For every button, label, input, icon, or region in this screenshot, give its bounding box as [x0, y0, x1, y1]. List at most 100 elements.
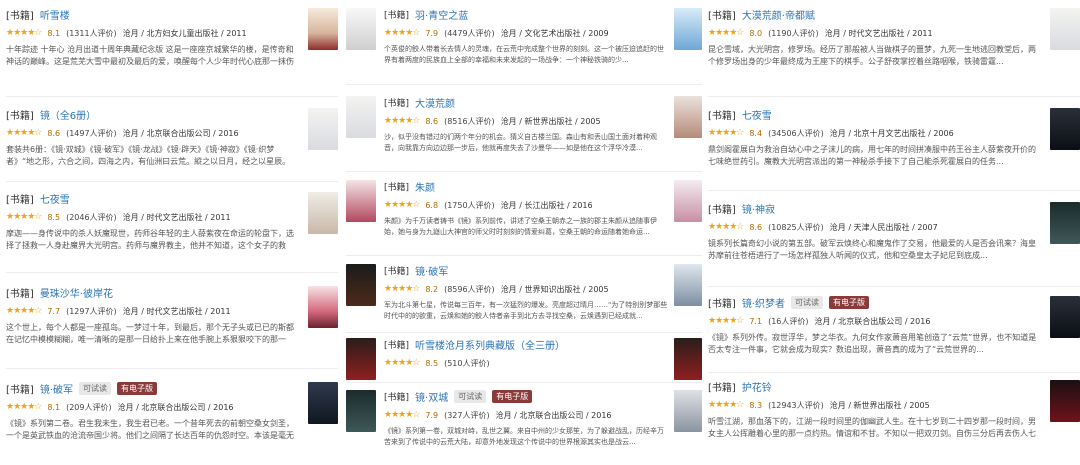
book-title-link[interactable]: 镜·破军	[40, 381, 73, 396]
item-type-tag: [书籍]	[708, 10, 736, 22]
book-cover-left[interactable]	[346, 264, 376, 306]
book-cover-left[interactable]	[346, 8, 376, 50]
book-title-link[interactable]: 听雪楼沧月系列典藏版（全三册）	[415, 337, 565, 352]
book-cover[interactable]	[308, 8, 338, 50]
book-title-link[interactable]: 七夜雪	[742, 107, 772, 122]
book-title-link[interactable]: 护花铃	[742, 379, 772, 394]
book-cover-right[interactable]	[674, 264, 702, 306]
rating-stars: ★★★★☆	[6, 212, 42, 222]
book-item: [书籍] 镜（全6册） ★★★★☆ 8.6 (1497人评价) 沧月 / 北京联…	[6, 106, 338, 184]
review-count-link[interactable]: (209人评价)	[66, 402, 112, 413]
book-title-link[interactable]: 羽·青空之蓝	[415, 7, 468, 22]
book-title-link[interactable]: 听雪楼	[40, 7, 70, 22]
rating-score: 8.0	[749, 28, 763, 38]
book-title-link[interactable]: 镜·双城	[415, 389, 448, 404]
book-title-link[interactable]: 七夜雪	[40, 191, 70, 206]
book-description: 听雪江湖，那血落下的，江湖一段时间里的伽幽武人生。在十七岁到二十四岁那一段时间，…	[708, 417, 1036, 438]
rating-stars: ★★★★☆	[708, 28, 744, 38]
book-cover[interactable]	[1050, 202, 1080, 244]
rating-score: 8.4	[749, 128, 763, 138]
review-count-link[interactable]: (34506人评价)	[768, 128, 824, 139]
book-item: [书籍] 曼珠沙华·彼岸花 ★★★★☆ 7.7 (1297人评价) 沧月 / 时…	[6, 284, 338, 362]
review-count-link[interactable]: (1750人评价)	[444, 200, 495, 211]
divider	[346, 84, 702, 85]
rating-stars: ★★★★☆	[708, 400, 744, 410]
book-cover-right[interactable]	[674, 338, 702, 380]
book-cover-left[interactable]	[346, 390, 376, 432]
review-count-link[interactable]: (1190人评价)	[768, 28, 819, 39]
item-type-tag: [书籍]	[6, 194, 34, 206]
rating-stars: ★★★★☆	[384, 358, 420, 368]
book-cover-left[interactable]	[346, 96, 376, 138]
review-count-link[interactable]: (1297人评价)	[66, 306, 117, 317]
review-count-link[interactable]: (8516人评价)	[444, 116, 495, 127]
book-item: [书籍] 朱颜 ★★★★☆ 6.8 (1750人评价) 沧月 / 长江出版社 /…	[346, 178, 702, 256]
book-title-link[interactable]: 大漠荒颜	[415, 95, 455, 110]
book-title-link[interactable]: 镜（全6册）	[40, 107, 96, 122]
book-item: [书籍] 镜·破军 ★★★★☆ 8.2 (8596人评价) 沧月 / 世界知识出…	[346, 262, 702, 332]
book-title-link[interactable]: 朱颜	[415, 179, 435, 194]
review-count-link[interactable]: (8596人评价)	[444, 284, 495, 295]
trial-read-badge[interactable]: 可试读	[454, 389, 487, 403]
book-cover[interactable]	[1050, 296, 1080, 338]
book-title-link[interactable]: 镜·破军	[415, 263, 448, 278]
book-cover[interactable]	[1050, 380, 1080, 422]
book-cover[interactable]	[1050, 8, 1080, 50]
book-description: 朱颜》为千万读者铸书《镜》系列前传，讲述了空桑王朝赤之一族的郡主朱颜从追随事伊始…	[384, 217, 657, 236]
trial-read-badge[interactable]: 可试读	[791, 295, 823, 309]
rating-stars: ★★★★☆	[708, 222, 744, 232]
book-description: 《镜》系列第一卷，双城对峙，乱世之翼。来自中州的少女那笙，为了躲避战乱，历经辛万…	[384, 427, 664, 446]
rating-score: 6.8	[425, 200, 439, 210]
review-count-link[interactable]: (1311人评价)	[66, 28, 117, 39]
rating-score: 8.6	[47, 128, 61, 138]
book-title-link[interactable]: 曼珠沙华·彼岸花	[40, 285, 113, 300]
item-type-tag: [书籍]	[384, 392, 410, 403]
review-count-link[interactable]: (327人评价)	[444, 410, 490, 421]
divider	[6, 96, 338, 97]
book-cover-left[interactable]	[346, 180, 376, 222]
rating-stars: ★★★★☆	[6, 128, 42, 138]
review-count-link[interactable]: (16人评价)	[768, 316, 808, 327]
book-description: 昆仑雪域，大光明宫，修罗场。经历了那般被人当做棋子的噩梦，九死一生地逃回教堂后，…	[708, 45, 1036, 66]
review-count-link[interactable]: (1497人评价)	[66, 128, 117, 139]
book-cover-right[interactable]	[674, 8, 702, 50]
review-count-link[interactable]: (4479人评价)	[444, 28, 495, 39]
divider	[708, 286, 1080, 287]
book-cover[interactable]	[308, 382, 338, 424]
rating-score: 7.9	[425, 410, 439, 420]
item-type-tag: [书籍]	[384, 98, 410, 109]
rating-score: 7.9	[425, 28, 439, 38]
book-description: 军为北斗第七星，传说每三百年，有一次猛烈的爆发。亮度超过晴月……"为了特别别梦那…	[384, 301, 668, 320]
book-description: 《镜》系列第二卷。君生我未生，我生君已老。一个昔年死去的前朝空桑女剑圣，一个是英…	[6, 419, 294, 440]
item-type-tag: [书籍]	[6, 288, 34, 300]
divider	[346, 171, 702, 172]
ebook-badge[interactable]: 有电子版	[829, 295, 869, 309]
review-count-link[interactable]: (12943人评价)	[768, 400, 824, 411]
book-title-link[interactable]: 镜·织梦者	[742, 295, 785, 310]
book-title-link[interactable]: 镜·神寂	[742, 201, 775, 216]
publisher-info: 沧月 / 北京十月文艺出版社 / 2006	[829, 128, 954, 138]
publisher-info: 沧月 / 时代文艺出版社 / 2011	[122, 306, 231, 316]
book-cover-right[interactable]	[674, 96, 702, 138]
publisher-info: 沧月 / 北方妇女儿童出版社 / 2011	[122, 28, 247, 38]
book-cover-right[interactable]	[674, 390, 702, 432]
item-type-tag: [书籍]	[708, 298, 736, 310]
rating-stars: ★★★★☆	[384, 28, 420, 38]
trial-read-badge[interactable]: 可试读	[79, 381, 111, 395]
book-cover[interactable]	[1050, 108, 1080, 150]
ebook-badge[interactable]: 有电子版	[117, 381, 157, 395]
book-cover[interactable]	[308, 286, 338, 328]
ebook-badge[interactable]: 有电子版	[492, 389, 533, 403]
book-cover[interactable]	[308, 108, 338, 150]
rating-score: 8.6	[425, 116, 439, 126]
review-count-link[interactable]: (510人评价)	[444, 358, 490, 369]
review-count-link[interactable]: (10825人评价)	[768, 222, 824, 233]
review-count-link[interactable]: (2046人评价)	[66, 212, 117, 223]
item-type-tag: [书籍]	[384, 182, 410, 193]
book-cover[interactable]	[308, 192, 338, 234]
book-cover-left[interactable]	[346, 338, 376, 380]
book-cover-right[interactable]	[674, 180, 702, 222]
item-type-tag: [书籍]	[384, 10, 410, 21]
book-title-link[interactable]: 大漠荒颜·帝都赋	[742, 7, 815, 22]
rating-score: 8.6	[749, 222, 763, 232]
